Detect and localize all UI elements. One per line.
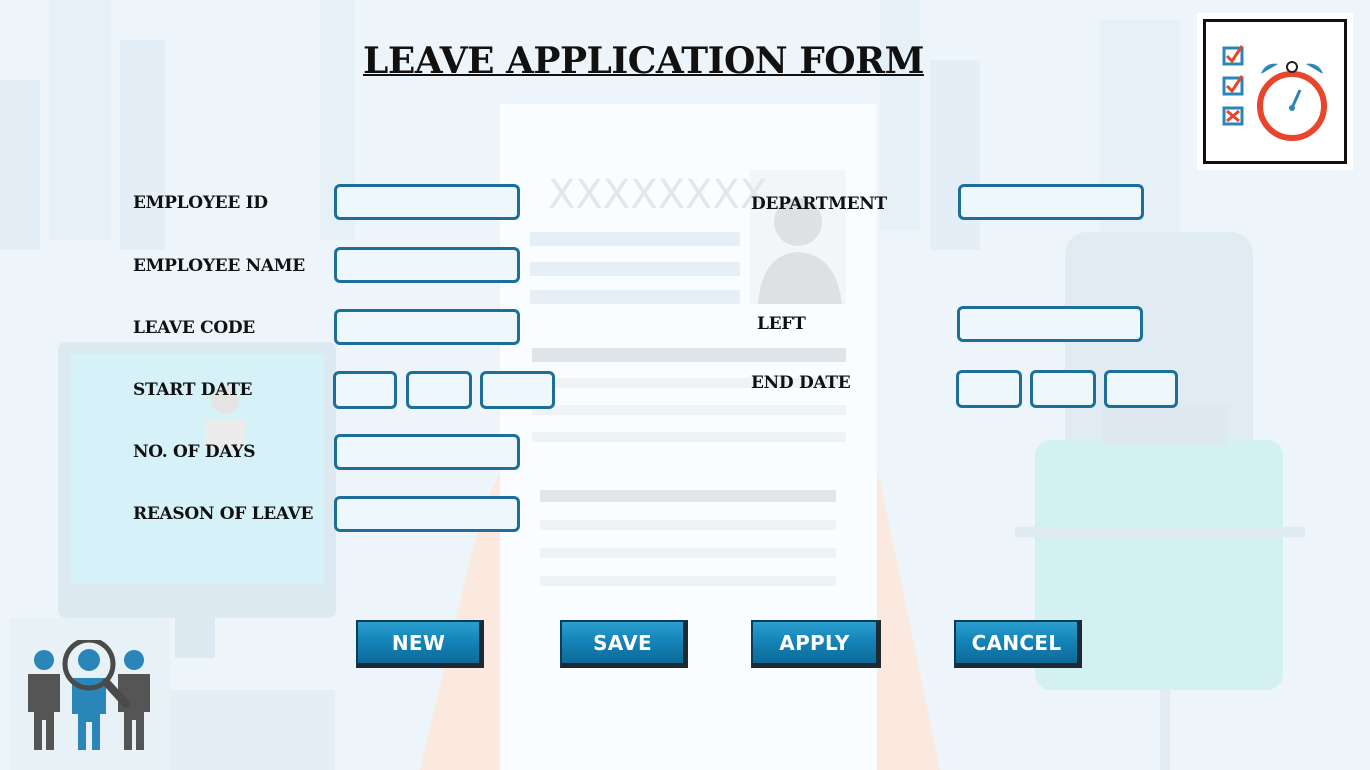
apply-button[interactable]: APPLY bbox=[751, 620, 881, 668]
left-label: LEFT bbox=[757, 314, 806, 334]
save-button[interactable]: SAVE bbox=[560, 620, 688, 668]
department-label: DEPARTMENT bbox=[751, 194, 887, 214]
start-date-day-input[interactable] bbox=[333, 371, 397, 409]
department-input[interactable] bbox=[958, 184, 1144, 220]
reason-of-leave-label: REASON OF LEAVE bbox=[133, 504, 314, 524]
no-of-days-input[interactable] bbox=[334, 434, 520, 470]
start-date-month-input[interactable] bbox=[406, 371, 472, 409]
page-title: LEAVE APPLICATION FORM bbox=[363, 40, 924, 82]
employee-id-input[interactable] bbox=[334, 184, 520, 220]
checklist-clock-logo bbox=[1197, 13, 1353, 170]
employee-id-label: EMPLOYEE ID bbox=[133, 193, 268, 213]
document-placeholder-text: XXXXXXXX bbox=[548, 172, 767, 218]
cancel-button[interactable]: CANCEL bbox=[954, 620, 1082, 668]
start-date-year-input[interactable] bbox=[480, 371, 555, 409]
reason-of-leave-input[interactable] bbox=[334, 496, 520, 532]
checklist-clock-icon bbox=[1222, 45, 1327, 141]
leave-code-label: LEAVE CODE bbox=[133, 318, 255, 338]
start-date-label: START DATE bbox=[133, 380, 253, 400]
end-date-month-input[interactable] bbox=[1030, 370, 1096, 408]
employee-name-label: EMPLOYEE NAME bbox=[133, 256, 305, 276]
no-of-days-label: NO. OF DAYS bbox=[133, 442, 256, 462]
new-button[interactable]: NEW bbox=[356, 620, 484, 668]
employee-name-input[interactable] bbox=[334, 247, 520, 283]
leave-code-input[interactable] bbox=[334, 309, 520, 345]
end-date-day-input[interactable] bbox=[956, 370, 1022, 408]
team-search-icon bbox=[28, 640, 150, 750]
end-date-label: END DATE bbox=[751, 373, 851, 393]
end-date-year-input[interactable] bbox=[1104, 370, 1178, 408]
left-input[interactable] bbox=[957, 306, 1143, 342]
